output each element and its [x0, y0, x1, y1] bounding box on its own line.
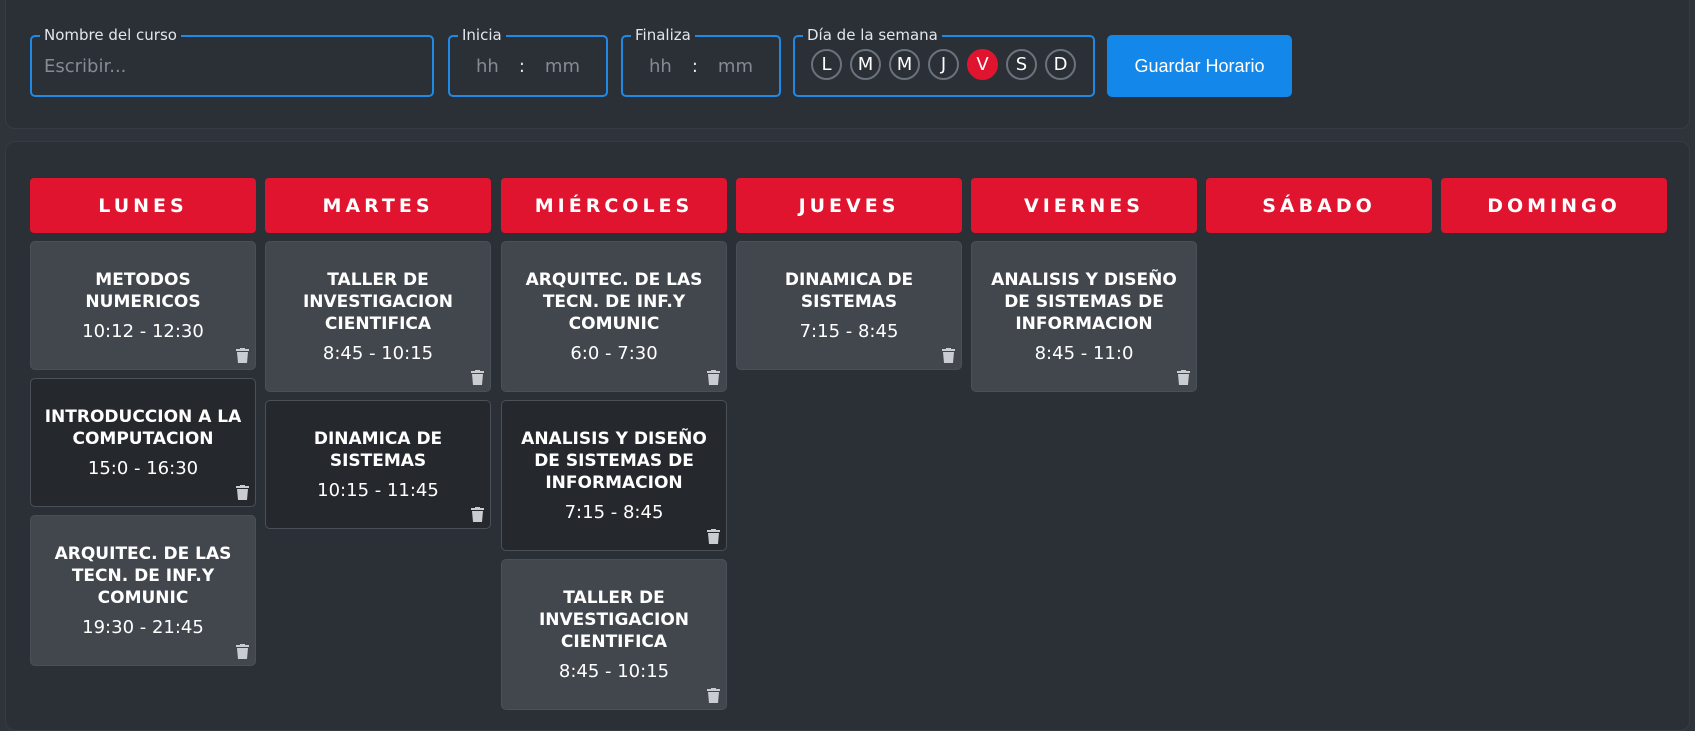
day-column: VIERNES ANALISIS Y DISEÑO DE SISTEMAS DE …: [971, 178, 1197, 392]
course-time: 8:45 - 10:15: [558, 660, 670, 682]
course-time: 15:0 - 16:30: [87, 457, 199, 479]
start-time-inputs[interactable]: hh : mm: [450, 53, 606, 79]
day-header: JUEVES: [736, 178, 962, 233]
course-time: 10:15 - 11:45: [317, 479, 439, 501]
course-time: 19:30 - 21:45: [82, 616, 204, 638]
course-card: INTRODUCCION A LA COMPUTACION 15:0 - 16:3…: [30, 378, 256, 507]
day-column: JUEVES DINAMICA DE SISTEMAS 7:15 - 8:45: [736, 178, 962, 370]
end-minute-input[interactable]: mm: [718, 56, 753, 77]
course-name: DINAMICA DE SISTEMAS: [784, 269, 914, 312]
day-header: DOMINGO: [1441, 178, 1667, 233]
time-separator: :: [518, 55, 525, 77]
day-header: LUNES: [30, 178, 256, 233]
start-time-label: Inicia: [458, 26, 506, 44]
course-time: 6:0 - 7:30: [570, 342, 658, 364]
weekday-option[interactable]: D: [1045, 49, 1076, 80]
course-name-input[interactable]: [44, 49, 420, 83]
course-name: TALLER DE INVESTIGACION CIENTIFICA: [538, 587, 690, 652]
trash-icon[interactable]: [1177, 370, 1190, 385]
course-card: TALLER DE INVESTIGACION CIENTIFICA 8:45 -…: [265, 241, 491, 392]
end-time-label: Finaliza: [631, 26, 695, 44]
course-name: ANALISIS Y DISEÑO DE SISTEMAS DE INFORMA…: [991, 269, 1177, 334]
course-card: METODOS NUMERICOS 10:12 - 12:30: [30, 241, 256, 370]
weekday-option[interactable]: V: [967, 49, 998, 80]
course-name: DINAMICA DE SISTEMAS: [313, 428, 443, 471]
course-card: ARQUITEC. DE LAS TECN. DE INF.Y COMUNIC 6…: [501, 241, 727, 392]
end-time-inputs[interactable]: hh : mm: [623, 53, 779, 79]
trash-icon[interactable]: [471, 507, 484, 522]
save-schedule-button[interactable]: Guardar Horario: [1107, 35, 1292, 97]
course-card: DINAMICA DE SISTEMAS 7:15 - 8:45: [736, 241, 962, 370]
course-time: 7:15 - 8:45: [564, 501, 664, 523]
course-name: ARQUITEC. DE LAS TECN. DE INF.Y COMUNIC: [54, 543, 232, 608]
start-minute-input[interactable]: mm: [545, 56, 580, 77]
trash-icon[interactable]: [707, 688, 720, 703]
day-header: MARTES: [265, 178, 491, 233]
weekday-options: LMMJVSD: [811, 49, 1076, 80]
day-column: SÁBADO: [1206, 178, 1432, 233]
course-time: 10:12 - 12:30: [82, 320, 204, 342]
day-column: MARTES TALLER DE INVESTIGACION CIENTIFICA…: [265, 178, 491, 529]
start-time-field[interactable]: Inicia hh : mm: [448, 26, 608, 97]
end-time-field[interactable]: Finaliza hh : mm: [621, 26, 781, 97]
trash-icon[interactable]: [707, 370, 720, 385]
day-column: MIÉRCOLES ARQUITEC. DE LAS TECN. DE INF.Y…: [501, 178, 727, 710]
course-card: ARQUITEC. DE LAS TECN. DE INF.Y COMUNIC 1…: [30, 515, 256, 666]
course-card: DINAMICA DE SISTEMAS 10:15 - 11:45: [265, 400, 491, 529]
day-header: MIÉRCOLES: [501, 178, 727, 233]
day-header: SÁBADO: [1206, 178, 1432, 233]
course-time: 8:45 - 10:15: [322, 342, 434, 364]
day-column: LUNES METODOS NUMERICOS 10:12 - 12:30 INTRO…: [30, 178, 256, 666]
end-hour-input[interactable]: hh: [649, 56, 672, 77]
course-name: ANALISIS Y DISEÑO DE SISTEMAS DE INFORMA…: [521, 428, 707, 493]
course-name: TALLER DE INVESTIGACION CIENTIFICA: [302, 269, 454, 334]
trash-icon[interactable]: [471, 370, 484, 385]
course-name-field[interactable]: Nombre del curso: [30, 26, 434, 97]
weekday-option[interactable]: S: [1006, 49, 1037, 80]
day-header: VIERNES: [971, 178, 1197, 233]
weekday-option[interactable]: L: [811, 49, 842, 80]
course-name: ARQUITEC. DE LAS TECN. DE INF.Y COMUNIC: [525, 269, 703, 334]
trash-icon[interactable]: [236, 348, 249, 363]
course-time: 8:45 - 11:0: [1034, 342, 1134, 364]
course-card: ANALISIS Y DISEÑO DE SISTEMAS DE INFORMA…: [501, 400, 727, 551]
trash-icon[interactable]: [236, 644, 249, 659]
weekday-option[interactable]: J: [928, 49, 959, 80]
time-separator: :: [691, 55, 698, 77]
weekday-option[interactable]: M: [850, 49, 881, 80]
trash-icon[interactable]: [236, 485, 249, 500]
course-card: TALLER DE INVESTIGACION CIENTIFICA 8:45 -…: [501, 559, 727, 710]
day-column: DOMINGO: [1441, 178, 1667, 233]
course-time: 7:15 - 8:45: [799, 320, 899, 342]
course-name-label: Nombre del curso: [40, 26, 181, 44]
course-name: INTRODUCCION A LA COMPUTACION: [44, 406, 242, 449]
weekday-label: Día de la semana: [803, 26, 942, 44]
weekday-option[interactable]: M: [889, 49, 920, 80]
course-name: METODOS NUMERICOS: [85, 269, 201, 312]
trash-icon[interactable]: [942, 348, 955, 363]
weekday-picker: Día de la semana LMMJVSD: [793, 26, 1095, 97]
course-card: ANALISIS Y DISEÑO DE SISTEMAS DE INFORMA…: [971, 241, 1197, 392]
trash-icon[interactable]: [707, 529, 720, 544]
start-hour-input[interactable]: hh: [476, 56, 499, 77]
